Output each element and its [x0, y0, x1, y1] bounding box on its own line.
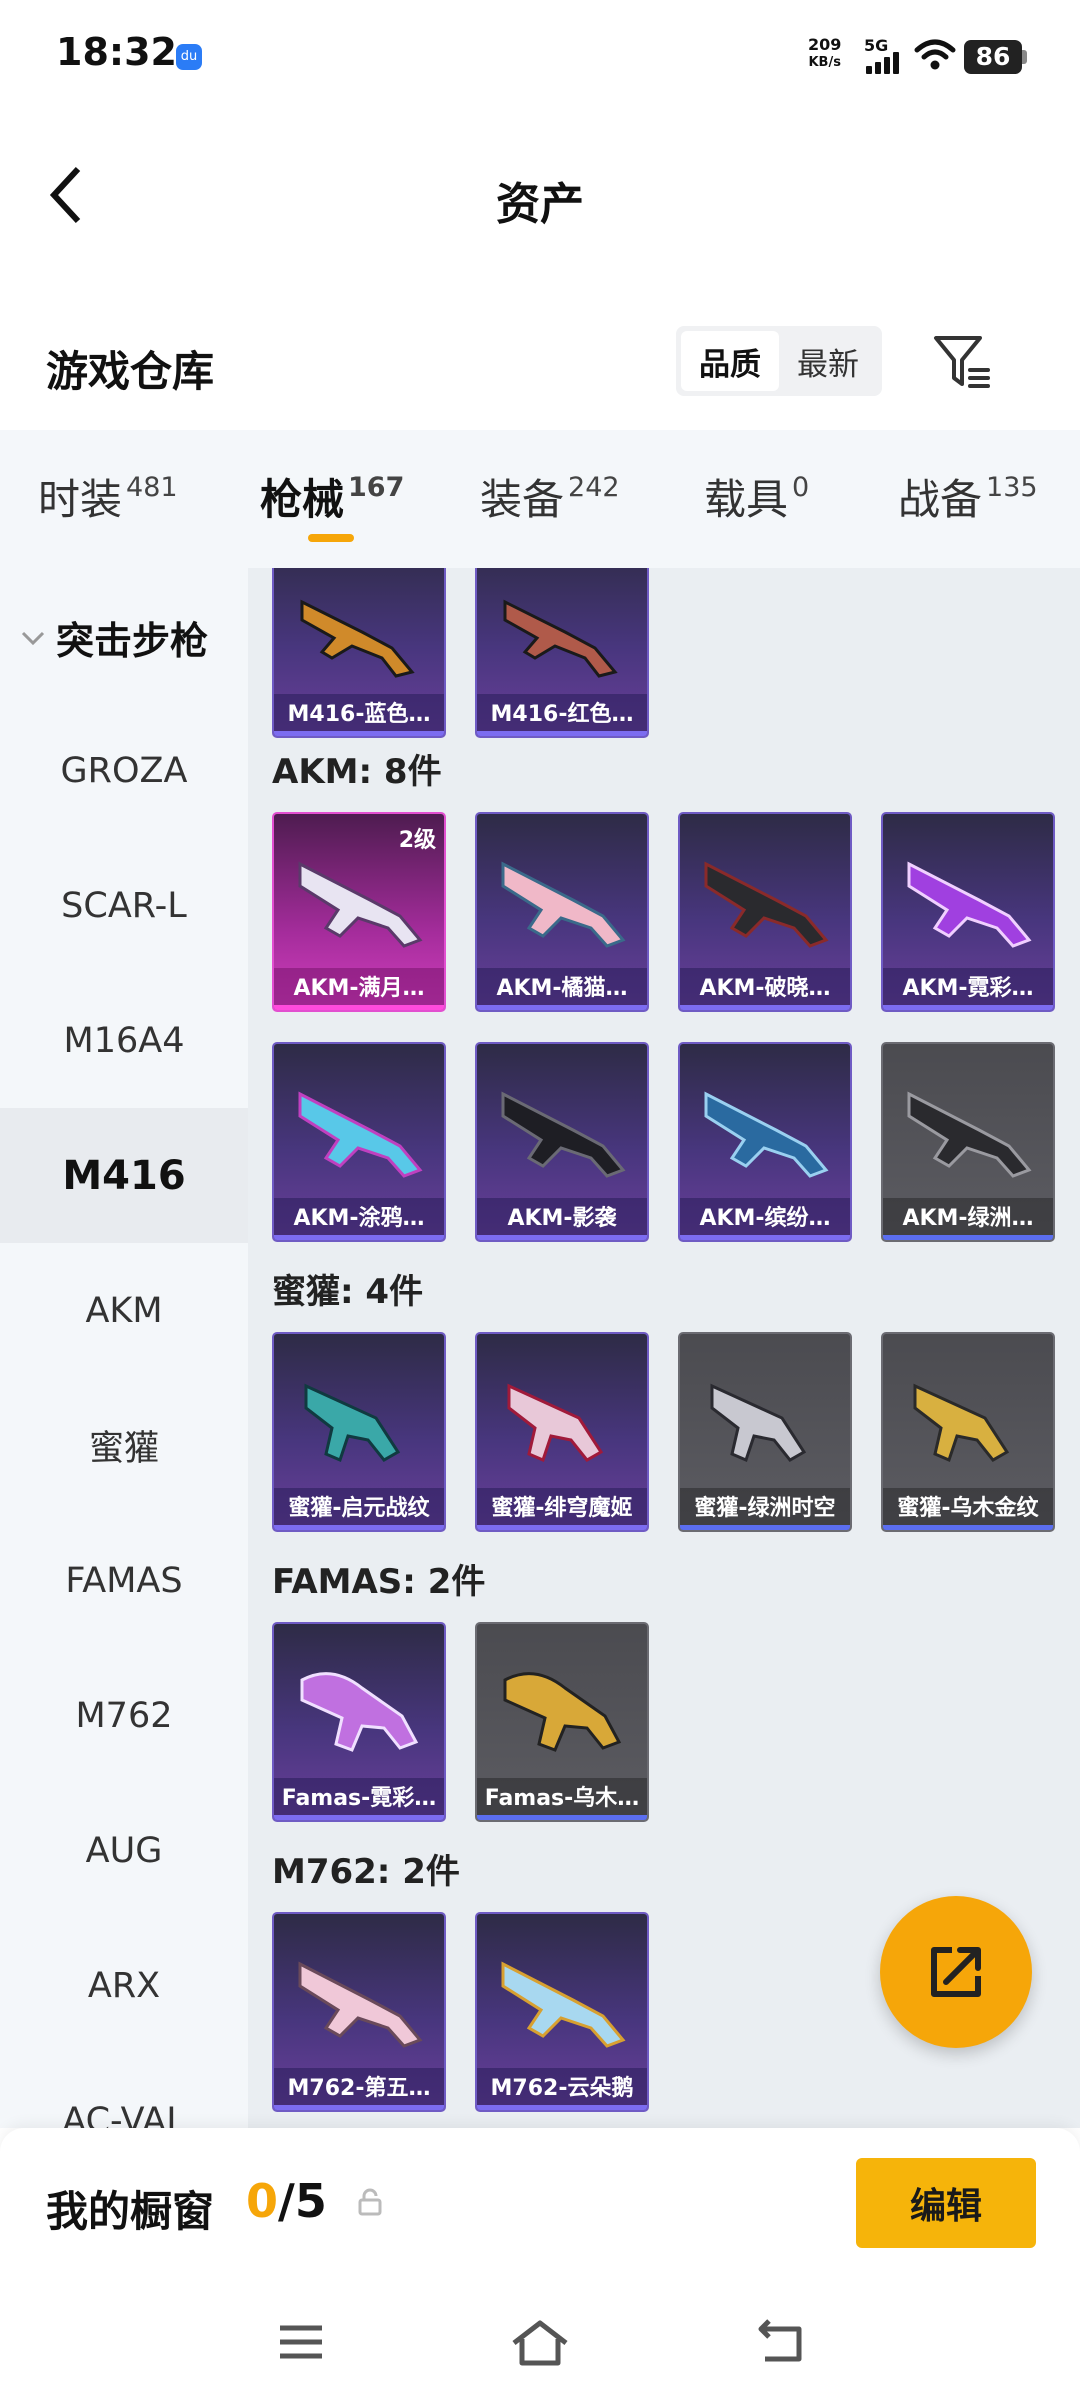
rifle-icon: [298, 861, 423, 948]
skin-card-akm-graffiti[interactable]: AKM-涂鸦…: [272, 1042, 446, 1242]
section-title-honey-badger: 蜜獾: 4件: [272, 1272, 424, 1312]
status-time: 18:32: [56, 30, 177, 74]
sidebar-item-akm[interactable]: AKM: [0, 1243, 248, 1378]
sort-quality-button[interactable]: 品质: [681, 331, 779, 391]
skin-card-famas-neon[interactable]: Famas-霓彩…: [272, 1622, 446, 1822]
status-bar: 18:32 du 209 KB/s 5G 86: [0, 0, 1080, 115]
rifle-icon: [704, 1091, 829, 1178]
sidebar-item-groza[interactable]: GROZA: [0, 703, 248, 838]
smg-icon: [710, 1383, 807, 1463]
skin-card-famas-ebony[interactable]: Famas-乌木…: [475, 1622, 649, 1822]
sidebar-item-famas[interactable]: FAMAS: [0, 1513, 248, 1648]
tab-firearms[interactable]: 枪械 167: [260, 466, 404, 527]
app-notification-icon: du: [176, 44, 202, 70]
sidebar-item-m16a4[interactable]: M16A4: [0, 973, 248, 1108]
chevron-down-icon: [21, 631, 45, 645]
signal-icon: [866, 52, 899, 74]
skin-card-akm-colorful[interactable]: AKM-缤纷…: [678, 1042, 852, 1242]
showcase-title: 我的橱窗: [46, 2187, 215, 2236]
sort-newest-button[interactable]: 最新: [779, 331, 877, 391]
rifle-icon: [298, 1091, 423, 1178]
smg-icon: [507, 1383, 604, 1463]
edit-showcase-button[interactable]: 编辑: [856, 2158, 1036, 2248]
back-nav-button[interactable]: [746, 2312, 816, 2372]
category-tabs: 时装 481 枪械 167 装备 242 载具 0 战备 135: [0, 430, 1080, 568]
sidebar-item-m416[interactable]: M416: [0, 1108, 248, 1243]
skin-card-akm-oasis[interactable]: AKM-绿洲…: [881, 1042, 1055, 1242]
skin-card-akm-shadow[interactable]: AKM-影袭: [475, 1042, 649, 1242]
network-speed: 209 KB/s: [808, 35, 842, 71]
home-icon: [512, 2320, 568, 2366]
section-title-famas: FAMAS: 2件: [272, 1562, 486, 1602]
rifle-icon: [501, 1961, 626, 2048]
tab-vehicles[interactable]: 载具 0: [704, 466, 809, 527]
sidebar-item-m762[interactable]: M762: [0, 1648, 248, 1783]
wifi-icon: [914, 39, 956, 70]
skin-card-honey-badger-feiqiong[interactable]: 蜜獾-绯穹魔姬: [475, 1332, 649, 1532]
rifle-icon: [298, 1961, 423, 2048]
sidebar-item-arx[interactable]: ARX: [0, 1918, 248, 2053]
weapon-grid: M416-蓝色… M416-红色… AKM: 8件 2级 AKM-满月… AKM…: [248, 568, 1080, 2128]
skin-card-m416-blue[interactable]: M416-蓝色…: [272, 568, 446, 738]
filter-icon: [934, 336, 990, 388]
sidebar-group-assault-rifle[interactable]: 突击步枪: [18, 610, 208, 665]
rifle-icon: [300, 1672, 419, 1752]
home-button[interactable]: [505, 2312, 575, 2372]
smg-icon: [304, 1383, 401, 1463]
section-title-m762: M762: 2件: [272, 1852, 460, 1892]
warehouse-title: 游戏仓库: [46, 347, 215, 396]
skin-card-m762-fifth[interactable]: M762-第五…: [272, 1912, 446, 2112]
rifle-icon: [501, 1091, 626, 1178]
lock-icon: [358, 2188, 382, 2216]
showcase-count: 0/5: [246, 2174, 327, 2228]
weapon-sidebar: 突击步枪 GROZA SCAR-L M16A4 M416 AKM 蜜獾 FAMA…: [0, 568, 248, 2128]
tab-supplies[interactable]: 战备 135: [898, 466, 1038, 527]
sidebar-item-scar-l[interactable]: SCAR-L: [0, 838, 248, 973]
rifle-icon: [501, 861, 626, 948]
app-header: 资产: [0, 130, 1080, 260]
rifle-icon: [300, 599, 415, 678]
rifle-icon: [907, 861, 1032, 948]
skin-card-honey-badger-ebony[interactable]: 蜜獾-乌木金纹: [881, 1332, 1055, 1532]
sidebar-item-aug[interactable]: AUG: [0, 1783, 248, 1918]
level-badge: 2级: [398, 828, 436, 853]
rifle-icon: [503, 599, 618, 678]
skin-card-akm-fullmoon[interactable]: 2级 AKM-满月…: [272, 812, 446, 1012]
skin-card-honey-badger-qiyuan[interactable]: 蜜獾-启元战纹: [272, 1332, 446, 1532]
chevron-left-icon: [49, 166, 81, 224]
back-icon: [758, 2319, 802, 2362]
sort-toggle: 品质 最新: [676, 326, 882, 396]
skin-card-honey-badger-oasis[interactable]: 蜜獾-绿洲时空: [678, 1332, 852, 1532]
external-link-icon: [931, 1947, 981, 1997]
tab-equipment[interactable]: 装备 242: [480, 466, 620, 527]
skin-card-m416-red[interactable]: M416-红色…: [475, 568, 649, 738]
skin-card-akm-dawn[interactable]: AKM-破晓…: [678, 812, 852, 1012]
sidebar-item-honey-badger[interactable]: 蜜獾: [0, 1378, 248, 1513]
rifle-icon: [503, 1672, 622, 1752]
filter-button[interactable]: [930, 330, 994, 394]
showcase-bar: 我的橱窗 0/5 编辑: [0, 2128, 1080, 2278]
rifle-icon: [907, 1091, 1032, 1178]
sidebar-item-ac-val[interactable]: AC-VAL: [0, 2053, 248, 2129]
page-title: 资产: [496, 179, 584, 230]
skin-card-m762-cloud-goose[interactable]: M762-云朵鹅: [475, 1912, 649, 2112]
active-tab-indicator: [308, 534, 354, 542]
section-title-akm: AKM: 8件: [272, 752, 442, 792]
skin-card-akm-orange-cat[interactable]: AKM-橘猫…: [475, 812, 649, 1012]
back-button[interactable]: [36, 155, 96, 235]
share-button[interactable]: [880, 1896, 1032, 2048]
tab-fashion[interactable]: 时装 481: [38, 466, 178, 527]
menu-icon: [280, 2325, 322, 2359]
smg-icon: [913, 1383, 1010, 1463]
system-nav-bar: [0, 2278, 1080, 2400]
menu-button[interactable]: [266, 2312, 336, 2372]
battery-tip: [1022, 50, 1027, 64]
rifle-icon: [704, 861, 829, 948]
skin-card-akm-neon[interactable]: AKM-霓彩…: [881, 812, 1055, 1012]
battery-icon: 86: [964, 40, 1022, 74]
